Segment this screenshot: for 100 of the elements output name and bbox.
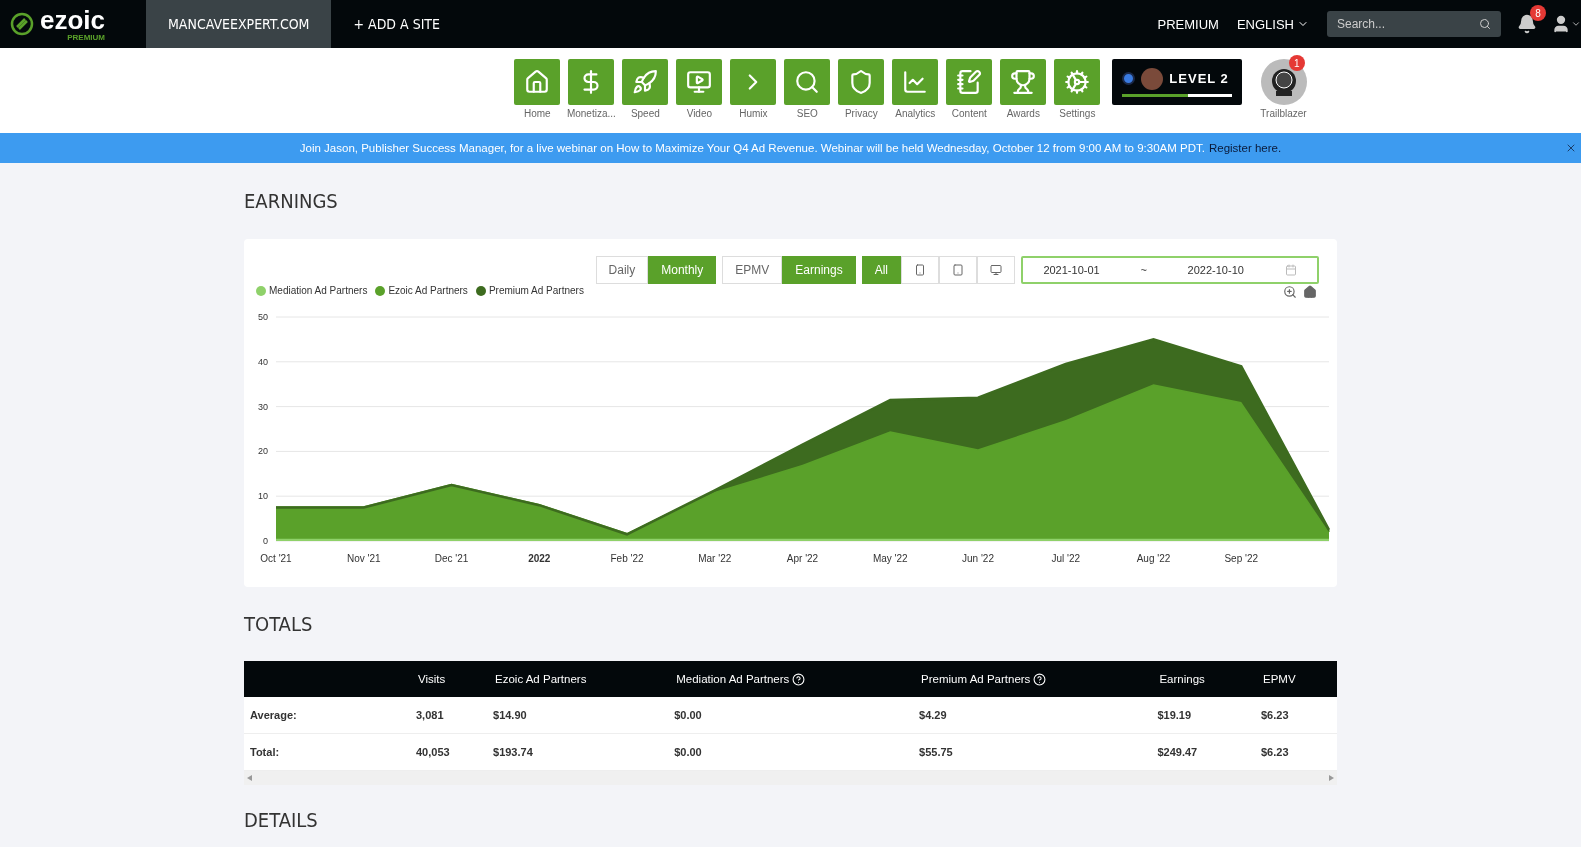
nav-label: Humix xyxy=(739,108,768,119)
toggle-option[interactable]: Daily xyxy=(595,256,649,284)
notepad-icon xyxy=(956,69,983,95)
status-dot xyxy=(1122,72,1136,85)
nav-item[interactable]: Analytics xyxy=(892,59,939,119)
device-button[interactable] xyxy=(977,256,1015,284)
house-icon xyxy=(524,69,551,95)
axis-label: 30 xyxy=(258,401,268,412)
horizontal-scrollbar[interactable] xyxy=(244,771,1337,785)
nav-label: Trailblazer xyxy=(1260,108,1307,119)
search-field[interactable]: Search... xyxy=(1327,11,1501,37)
toggle-option[interactable]: Earnings xyxy=(782,256,856,284)
nav-tile[interactable] xyxy=(568,59,615,105)
nav-item[interactable]: SEO xyxy=(784,59,831,119)
date-separator: ~ xyxy=(1140,264,1147,276)
row-label: Average: xyxy=(244,697,410,734)
language-dropdown[interactable]: ENGLISH xyxy=(1236,16,1309,32)
table-cell: 40,053 xyxy=(410,733,487,771)
nav-label: Awards xyxy=(1006,108,1040,119)
row-label: Total: xyxy=(244,733,410,771)
table-cell: $249.47 xyxy=(1151,733,1255,771)
logo-icon xyxy=(10,12,34,36)
banner-text: Join Jason, Publisher Success Manager, for a live webinar on How to Maximize Your Q4 Ad Revenue. Webinar will be held Wednesday, October 12 from 9:00 AM to 9:30AM PDT. xyxy=(299,142,1205,154)
notification-badge: 8 xyxy=(1530,5,1546,21)
axis-label: 10 xyxy=(258,491,268,502)
column-label: Premium Ad Partners xyxy=(921,673,1031,685)
premium-link[interactable]: PREMIUM xyxy=(1157,16,1219,32)
help-icon[interactable] xyxy=(792,672,806,686)
date-range-field[interactable]: 2021-10-01 ~ 2022-10-10 xyxy=(1021,256,1319,284)
date-to: 2022-10-10 xyxy=(1187,264,1244,276)
nav-tile[interactable] xyxy=(838,59,885,105)
nav-item[interactable]: Video xyxy=(676,59,723,119)
table-cell: $0.00 xyxy=(668,733,914,771)
nav-label: Privacy xyxy=(844,108,878,119)
device-button[interactable] xyxy=(939,256,977,284)
close-icon[interactable] xyxy=(1565,142,1577,154)
table-cell: $0.00 xyxy=(668,697,914,734)
home-icon[interactable] xyxy=(1303,285,1317,299)
toggle-option[interactable]: Monthly xyxy=(648,256,717,284)
axis-label: 0 xyxy=(263,536,268,546)
site-tab[interactable]: MANCAVEEXPERT.COM xyxy=(146,0,332,48)
bell-icon[interactable] xyxy=(1517,14,1537,34)
column-label: Ezoic Ad Partners xyxy=(495,673,587,685)
section-title: TOTALS xyxy=(244,611,314,638)
axis-label: Jun '22 xyxy=(962,553,994,564)
axis-label: 20 xyxy=(258,446,268,457)
right-arrow-icon[interactable] xyxy=(1329,775,1334,781)
legend-label[interactable]: Ezoic Ad Partners xyxy=(388,285,468,296)
level-badge[interactable]: LEVEL 2 xyxy=(1112,59,1243,105)
axis-label: Jul '22 xyxy=(1051,553,1081,564)
help-icon[interactable] xyxy=(1033,672,1047,686)
phone-icon xyxy=(914,264,926,276)
nav-item[interactable]: Awards xyxy=(1000,59,1047,119)
nav-tile[interactable] xyxy=(946,59,993,105)
axis-label: Dec '21 xyxy=(434,553,469,564)
calendar-icon xyxy=(1284,264,1297,276)
nav-label: Home xyxy=(524,108,551,119)
toggle-option[interactable]: EPMV xyxy=(722,256,783,284)
nav-tile[interactable] xyxy=(784,59,831,105)
user-icon[interactable] xyxy=(1551,14,1571,34)
logo-subtitle: PREMIUM xyxy=(67,32,106,42)
caret-icon[interactable] xyxy=(1571,19,1581,29)
nav-label: Analytics xyxy=(895,108,936,119)
nav-label: Content xyxy=(951,108,987,119)
axis-label: Feb '22 xyxy=(610,553,644,564)
nav-item[interactable]: Home xyxy=(514,59,561,119)
nav-label: SEO xyxy=(796,108,818,119)
zoom-icon[interactable] xyxy=(1283,285,1297,299)
device-button[interactable] xyxy=(901,256,939,284)
rocket-icon xyxy=(632,69,659,95)
nav-item[interactable]: Privacy xyxy=(838,59,885,119)
search-icon[interactable] xyxy=(1479,18,1491,30)
nav-tile[interactable] xyxy=(676,59,723,105)
nav-tile[interactable] xyxy=(1054,59,1101,105)
column-label: Mediation Ad Partners xyxy=(676,673,790,685)
axis-label: Nov '21 xyxy=(346,553,381,564)
register-link[interactable]: Register here. xyxy=(1208,142,1282,154)
nav-tile[interactable] xyxy=(892,59,939,105)
toggle-option[interactable]: All xyxy=(861,256,901,284)
legend-label[interactable]: Mediation Ad Partners xyxy=(269,285,368,296)
nav-item[interactable]: Monetiza... xyxy=(568,59,615,119)
nav-label: Monetiza... xyxy=(566,108,616,119)
left-arrow-icon[interactable] xyxy=(247,775,252,781)
site-tab[interactable]: + ADD A SITE xyxy=(331,0,462,48)
table-cell: 3,081 xyxy=(410,697,487,734)
nav-tile[interactable] xyxy=(730,59,777,105)
legend-label[interactable]: Premium Ad Partners xyxy=(488,285,584,296)
nav-item[interactable]: Settings xyxy=(1054,59,1101,119)
nav-tile[interactable] xyxy=(514,59,561,105)
nav-item[interactable]: Content xyxy=(946,59,993,119)
nav-item[interactable]: Humix xyxy=(730,59,777,119)
line-chart-icon xyxy=(902,69,929,95)
tablet-icon xyxy=(952,264,964,276)
logo-text: ezoic xyxy=(40,6,106,33)
date-from: 2021-10-01 xyxy=(1043,264,1100,276)
nav-tile[interactable] xyxy=(1000,59,1047,105)
section-title: DETAILS xyxy=(244,807,319,834)
nav-tile[interactable] xyxy=(622,59,669,105)
axis-label: 40 xyxy=(258,356,268,367)
nav-item[interactable]: Speed xyxy=(622,59,669,119)
